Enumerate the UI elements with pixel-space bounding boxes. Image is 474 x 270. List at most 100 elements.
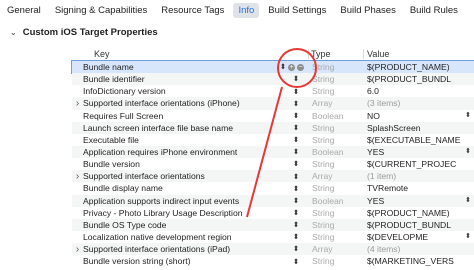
- tab-build-rules[interactable]: Build Rules: [405, 3, 463, 18]
- table-row[interactable]: Application supports indirect input even…: [72, 194, 474, 207]
- value-cell[interactable]: (1 item): [364, 171, 474, 181]
- type-cell[interactable]: String: [308, 256, 364, 266]
- value-cell[interactable]: $(EXECUTABLE_NAME: [364, 135, 474, 145]
- value-cell[interactable]: $(CURRENT_PROJEC: [364, 159, 474, 169]
- type-cell[interactable]: String: [308, 135, 364, 145]
- table-row[interactable]: Launch screen interface file base name ⬍ S…: [72, 121, 474, 134]
- chevron-right-icon[interactable]: ›: [72, 171, 83, 182]
- tab-general[interactable]: General: [2, 3, 46, 18]
- up-down-stepper-icon[interactable]: ⬍: [293, 136, 299, 144]
- up-down-stepper-icon[interactable]: ⬍: [280, 63, 286, 71]
- table-row[interactable]: › Supported interface orientations ⬍ Array(…: [72, 170, 474, 183]
- value-cell[interactable]: NO ⬍: [364, 111, 474, 121]
- up-down-stepper-icon[interactable]: ⬍: [293, 258, 299, 266]
- type-cell[interactable]: String: [308, 159, 364, 169]
- value-cell[interactable]: TVRemote: [364, 183, 474, 193]
- column-header-key[interactable]: Key: [72, 49, 308, 59]
- section-header[interactable]: ⌄ Custom iOS Target Properties: [10, 27, 158, 38]
- type-cell[interactable]: String: [308, 123, 364, 133]
- table-row[interactable]: Bundle identifier ⬍ String $(PRODUCT_BUNDL: [72, 73, 474, 86]
- type-cell[interactable]: String: [308, 208, 364, 218]
- up-down-stepper-icon[interactable]: ⬍: [293, 245, 299, 253]
- up-down-stepper-icon[interactable]: ⬍: [293, 173, 299, 181]
- value-cell[interactable]: 6.0: [364, 86, 474, 96]
- up-down-stepper-icon[interactable]: ⬍: [293, 221, 299, 229]
- table-row[interactable]: Bundle version string (short) ⬍ String $(MA…: [72, 255, 474, 267]
- value-cell[interactable]: $(DEVELOPME ⬍: [364, 232, 474, 242]
- tab-signing-capabilities[interactable]: Signing & Capabilities: [50, 3, 152, 18]
- table-row[interactable]: Privacy - Photo Library Usage Descriptio…: [72, 207, 474, 219]
- key-cell[interactable]: Bundle version: [72, 159, 284, 169]
- value-cell[interactable]: $(PRODUCT_NAME): [364, 208, 474, 218]
- type-cell[interactable]: String: [308, 62, 364, 72]
- up-down-stepper-icon[interactable]: ⬍: [293, 100, 299, 108]
- column-header-value[interactable]: Value: [363, 48, 474, 59]
- table-row[interactable]: Bundle version ⬍ String $(CURRENT_PROJEC: [72, 158, 474, 170]
- plus-circle-icon[interactable]: +: [288, 63, 296, 71]
- chevron-right-icon[interactable]: ›: [72, 244, 83, 255]
- key-cell[interactable]: Bundle identifier: [72, 74, 284, 84]
- table-row[interactable]: › Supported interface orientations (iPad)…: [72, 243, 474, 256]
- up-down-stepper-icon[interactable]: ⬍: [293, 160, 299, 168]
- up-down-stepper-icon[interactable]: ⬍: [293, 75, 299, 83]
- key-cell[interactable]: Bundle version string (short): [72, 256, 284, 266]
- table-row[interactable]: Bundle name ⬍ + − String $(PRODUCT_NAME): [71, 59, 474, 75]
- chevron-right-icon[interactable]: ›: [72, 98, 83, 109]
- value-stepper-icon[interactable]: ⬍: [465, 232, 471, 240]
- table-row[interactable]: Executable file ⬍ String $(EXECUTABLE_NAME: [72, 134, 474, 146]
- key-cell[interactable]: › Supported interface orientations (iPhon…: [72, 98, 284, 109]
- up-down-stepper-icon[interactable]: ⬍: [293, 197, 299, 205]
- type-cell[interactable]: String: [308, 86, 364, 96]
- key-cell[interactable]: Launch screen interface file base name: [72, 123, 284, 133]
- type-cell[interactable]: String: [308, 74, 364, 84]
- table-row[interactable]: Localization native development region ⬍ S…: [72, 231, 474, 243]
- table-row[interactable]: Requires Full Screen ⬍ Boolean NO ⬍: [72, 110, 474, 122]
- up-down-stepper-icon[interactable]: ⬍: [293, 148, 299, 156]
- key-cell[interactable]: Localization native development region: [72, 232, 284, 242]
- key-cell[interactable]: › Supported interface orientations: [72, 171, 284, 182]
- value-stepper-icon[interactable]: ⬍: [465, 196, 471, 204]
- table-row[interactable]: Bundle OS Type code ⬍ String $(PRODUCT_BUND…: [72, 218, 474, 231]
- minus-circle-icon[interactable]: −: [297, 63, 305, 71]
- type-cell[interactable]: Boolean: [308, 196, 364, 206]
- key-cell[interactable]: InfoDictionary version: [72, 86, 284, 96]
- value-cell[interactable]: (4 items): [364, 244, 474, 254]
- value-cell[interactable]: YES ⬍: [364, 196, 474, 206]
- value-cell[interactable]: SplashScreen: [364, 123, 474, 133]
- type-cell[interactable]: Array: [308, 171, 364, 181]
- up-down-stepper-icon[interactable]: ⬍: [293, 209, 299, 217]
- key-cell[interactable]: › Supported interface orientations (iPad): [72, 244, 284, 255]
- up-down-stepper-icon[interactable]: ⬍: [293, 88, 299, 96]
- value-cell[interactable]: $(PRODUCT_BUNDL: [364, 74, 474, 84]
- value-cell[interactable]: YES ⬍: [364, 147, 474, 157]
- up-down-stepper-icon[interactable]: ⬍: [293, 112, 299, 120]
- type-cell[interactable]: Array: [308, 98, 364, 108]
- tab-resource-tags[interactable]: Resource Tags: [156, 3, 229, 18]
- type-cell[interactable]: String: [308, 232, 364, 242]
- tab-info[interactable]: Info: [233, 2, 260, 18]
- table-row[interactable]: › Supported interface orientations (iPhon…: [72, 97, 474, 110]
- key-cell[interactable]: Bundle display name: [72, 183, 284, 193]
- table-row[interactable]: InfoDictionary version ⬍ String 6.0: [72, 85, 474, 97]
- up-down-stepper-icon[interactable]: ⬍: [293, 233, 299, 241]
- key-cell[interactable]: Executable file: [72, 135, 284, 145]
- type-cell[interactable]: Array: [308, 244, 364, 254]
- type-cell[interactable]: Boolean: [308, 147, 364, 157]
- value-cell[interactable]: $(MARKETING_VERS: [364, 256, 474, 266]
- type-cell[interactable]: Boolean: [308, 111, 364, 121]
- tab-build-settings[interactable]: Build Settings: [263, 3, 331, 18]
- value-stepper-icon[interactable]: ⬍: [465, 111, 471, 119]
- column-header-type[interactable]: Type: [308, 48, 363, 59]
- type-cell[interactable]: String: [308, 220, 364, 230]
- value-cell[interactable]: (3 items): [364, 98, 474, 108]
- up-down-stepper-icon[interactable]: ⬍: [293, 185, 299, 193]
- table-row[interactable]: Application requires iPhone environment ⬍…: [72, 145, 474, 159]
- key-cell[interactable]: Privacy - Photo Library Usage Descriptio…: [72, 208, 284, 218]
- value-cell[interactable]: $(PRODUCT_NAME): [364, 62, 474, 72]
- value-cell[interactable]: $(PRODUCT_BUNDL: [364, 220, 474, 230]
- key-cell[interactable]: Bundle name: [72, 62, 276, 72]
- key-cell[interactable]: Application requires iPhone environment: [72, 147, 284, 157]
- table-row[interactable]: Bundle display name ⬍ String TVRemote: [72, 182, 474, 194]
- tab-build-phases[interactable]: Build Phases: [335, 3, 400, 18]
- key-cell[interactable]: Requires Full Screen: [72, 111, 284, 121]
